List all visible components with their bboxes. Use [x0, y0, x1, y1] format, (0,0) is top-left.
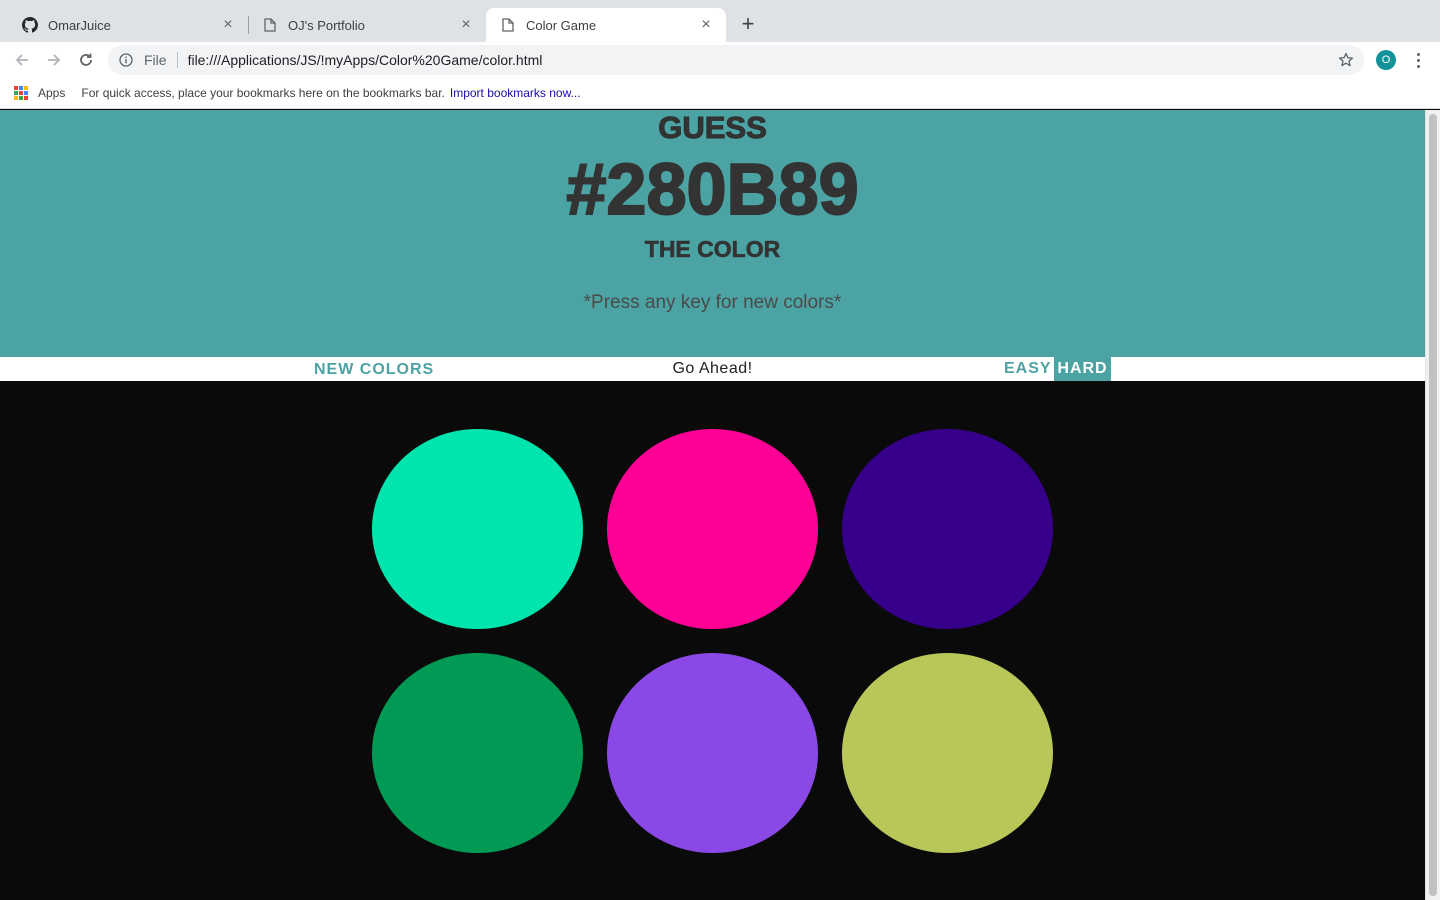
page-icon [500, 17, 516, 33]
address-bar[interactable]: File file:///Applications/JS/!myApps/Col… [108, 45, 1364, 75]
heading-the-color: THE COLOR [644, 236, 781, 263]
status-message: Go Ahead! [672, 360, 753, 377]
tab-strip: OmarJuice × OJ's Portfolio × Color Game … [0, 0, 1440, 42]
bookmarks-hint: For quick access, place your bookmarks h… [81, 86, 445, 100]
close-icon[interactable]: × [458, 17, 474, 33]
target-color-code: #280B89 [565, 149, 859, 231]
color-square[interactable] [842, 429, 1053, 629]
tab-color-game[interactable]: Color Game × [486, 8, 726, 42]
color-square[interactable] [607, 653, 818, 853]
forward-button[interactable] [42, 48, 66, 72]
back-button[interactable] [10, 48, 34, 72]
arrow-right-icon [48, 54, 61, 66]
game-header: GUESS #280B89 THE COLOR *Press any key f… [0, 110, 1425, 357]
control-stripe: Go Ahead! NEW COLORS EASY HARD [0, 357, 1425, 381]
color-square[interactable] [842, 653, 1053, 853]
tab-omarjuice[interactable]: OmarJuice × [8, 8, 248, 42]
url-text[interactable]: file:///Applications/JS/!myApps/Color%20… [188, 52, 543, 68]
bookmarks-bar: Apps For quick access, place your bookma… [0, 78, 1440, 109]
info-icon[interactable] [118, 52, 134, 68]
apps-link[interactable]: Apps [38, 86, 65, 100]
reload-button[interactable] [74, 48, 98, 72]
close-icon[interactable]: × [220, 17, 236, 33]
page-content: GUESS #280B89 THE COLOR *Press any key f… [0, 110, 1425, 900]
url-scheme: File [144, 52, 167, 68]
browser-toolbar: File file:///Applications/JS/!myApps/Col… [0, 42, 1440, 78]
reload-icon [80, 53, 92, 66]
color-square[interactable] [607, 429, 818, 629]
page-icon [262, 17, 278, 33]
star-icon[interactable] [1338, 52, 1354, 71]
scrollbar[interactable] [1425, 110, 1440, 900]
new-colors-button[interactable]: NEW COLORS [314, 361, 434, 379]
close-icon[interactable]: × [698, 17, 714, 33]
more-menu-icon[interactable] [1410, 48, 1426, 72]
color-square[interactable] [372, 653, 583, 853]
tab-title: Color Game [526, 17, 597, 33]
easy-mode-button[interactable]: EASY [1000, 357, 1056, 381]
arrow-left-icon [15, 54, 28, 66]
new-tab-button[interactable]: + [736, 13, 760, 37]
heading-guess: GUESS [658, 110, 768, 145]
tab-title: OJ's Portfolio [288, 17, 365, 33]
instruction-text: *Press any key for new colors* [583, 292, 842, 313]
tab-title: OmarJuice [48, 17, 111, 33]
hard-mode-button[interactable]: HARD [1054, 357, 1111, 381]
profile-avatar[interactable]: O [1376, 50, 1396, 70]
import-bookmarks-link[interactable]: Import bookmarks now... [450, 86, 581, 100]
tab-portfolio[interactable]: OJ's Portfolio × [248, 8, 486, 42]
apps-grid-icon[interactable] [14, 86, 28, 100]
color-square[interactable] [372, 429, 583, 629]
github-icon [22, 17, 38, 33]
scrollbar-thumb[interactable] [1429, 114, 1437, 896]
divider [176, 52, 178, 68]
